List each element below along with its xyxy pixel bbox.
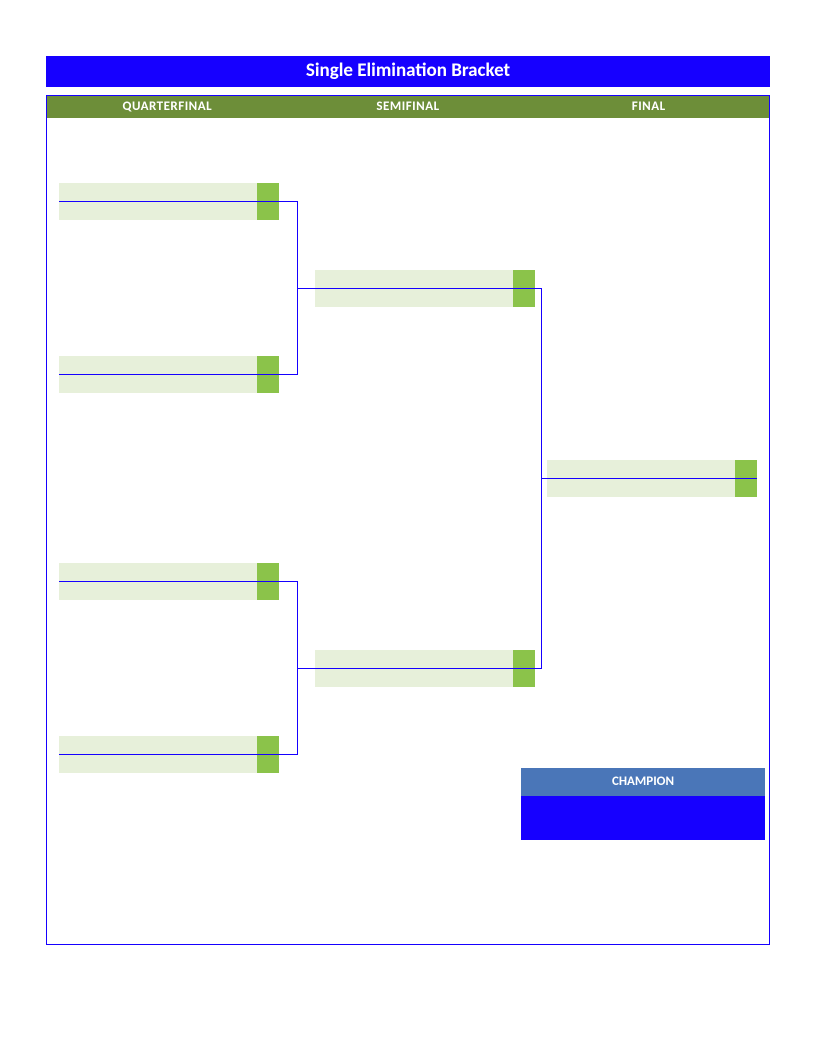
connector-line [279, 374, 297, 375]
qf4-score-a[interactable] [257, 736, 279, 754]
f1-score-a[interactable] [735, 460, 757, 478]
champion-name[interactable] [521, 796, 765, 840]
connector-line [541, 478, 547, 479]
round-header-semifinal: SEMIFINAL [288, 96, 529, 118]
qf4-score-b[interactable] [257, 755, 279, 773]
qf4-team-b[interactable] [59, 755, 257, 773]
qf4-team-a[interactable] [59, 736, 257, 754]
f1-score-b[interactable] [735, 479, 757, 497]
sf2-team-b[interactable] [315, 669, 513, 687]
connector-line [297, 288, 315, 289]
qf3-score-b[interactable] [257, 582, 279, 600]
match-qf3 [59, 563, 279, 600]
connector-line [297, 668, 315, 669]
round-header-quarterfinal: QUARTERFINAL [47, 96, 288, 118]
qf1-team-b[interactable] [59, 202, 257, 220]
qf2-team-b[interactable] [59, 375, 257, 393]
qf2-score-b[interactable] [257, 375, 279, 393]
match-final [547, 460, 757, 497]
match-qf1 [59, 183, 279, 220]
sf2-score-b[interactable] [513, 669, 535, 687]
match-qf4 [59, 736, 279, 773]
sf2-team-a[interactable] [315, 650, 513, 668]
sf1-team-a[interactable] [315, 270, 513, 288]
connector-line [279, 754, 297, 755]
qf1-team-a[interactable] [59, 183, 257, 201]
f1-team-a[interactable] [547, 460, 735, 478]
page-title: Single Elimination Bracket [46, 56, 770, 87]
qf2-team-a[interactable] [59, 356, 257, 374]
qf3-score-a[interactable] [257, 563, 279, 581]
f1-team-b[interactable] [547, 479, 735, 497]
qf3-team-b[interactable] [59, 582, 257, 600]
qf1-score-b[interactable] [257, 202, 279, 220]
qf1-score-a[interactable] [257, 183, 279, 201]
qf3-team-a[interactable] [59, 563, 257, 581]
sf1-score-b[interactable] [513, 289, 535, 307]
qf2-score-a[interactable] [257, 356, 279, 374]
sf1-team-b[interactable] [315, 289, 513, 307]
connector-line [279, 581, 297, 582]
match-sf1 [315, 270, 535, 307]
connector-line [279, 201, 297, 202]
match-qf2 [59, 356, 279, 393]
round-header-final: FINAL [528, 96, 769, 118]
sf2-score-a[interactable] [513, 650, 535, 668]
sf1-score-a[interactable] [513, 270, 535, 288]
champion-header: CHAMPION [521, 768, 765, 796]
match-sf2 [315, 650, 535, 687]
bracket-container: QUARTERFINAL SEMIFINAL FINAL [46, 95, 770, 945]
